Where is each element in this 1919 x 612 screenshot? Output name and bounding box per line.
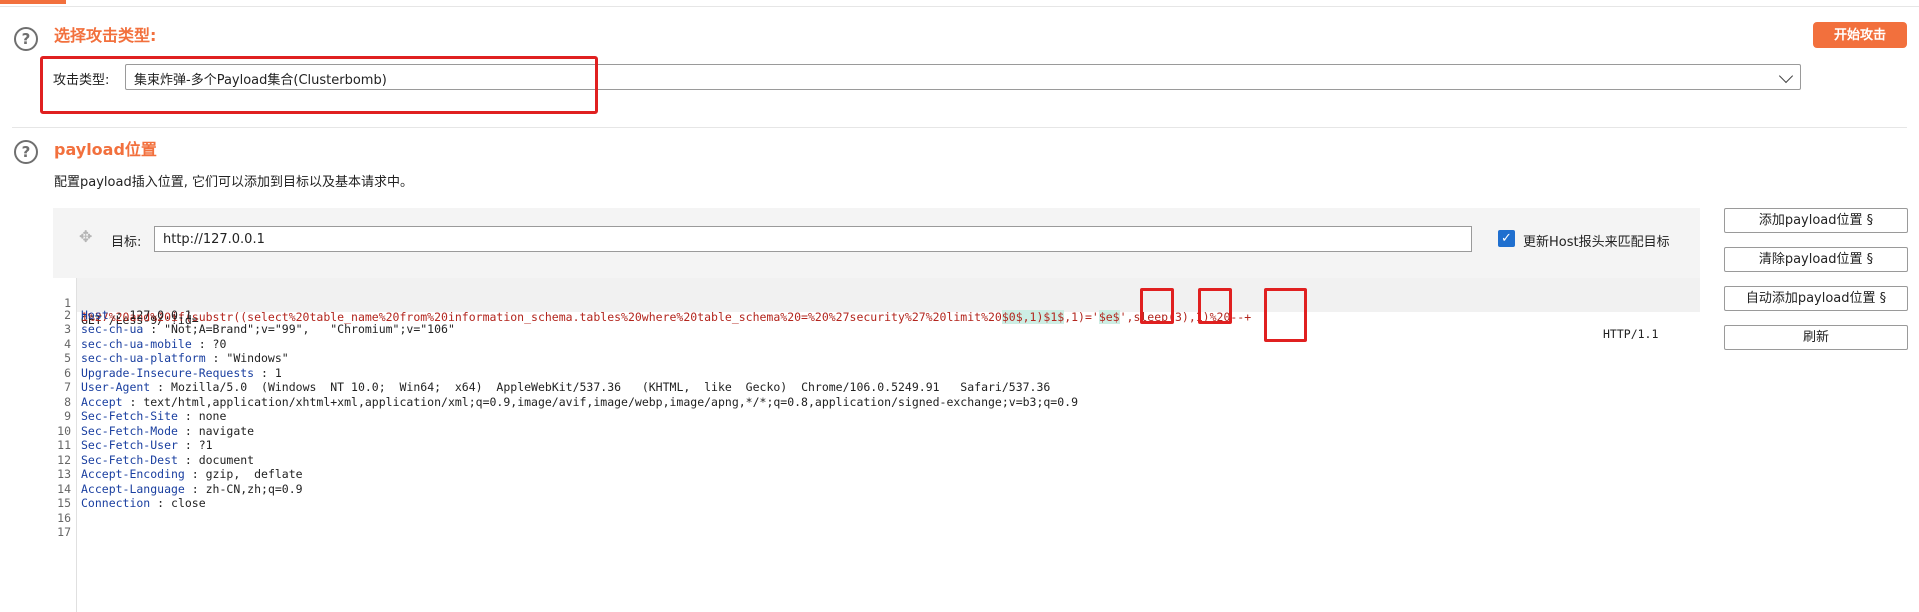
attack-type-highlight-box <box>40 56 598 114</box>
chevron-down-icon <box>1778 68 1794 84</box>
request-editor[interactable]: 1 GET /Less-9/ ?id= 1%27%20and%20if(subs… <box>53 278 1700 612</box>
update-host-checkbox-label: 更新Host报头来匹配目标 <box>1523 235 1670 250</box>
start-attack-button[interactable]: 开始攻击 <box>1813 22 1907 48</box>
attack-type-title: 选择攻击类型: <box>54 26 157 45</box>
active-tab-indicator <box>0 0 66 4</box>
clear-payload-position-button[interactable]: 清除payload位置 § <box>1724 247 1908 272</box>
add-payload-position-button[interactable]: 添加payload位置 § <box>1724 208 1908 233</box>
tab-bar-divider <box>0 6 1919 7</box>
code-line: 17 <box>57 525 71 539</box>
target-label: 目标: <box>111 235 142 250</box>
question-circle-icon[interactable]: ? <box>14 27 38 51</box>
payload-highlight-box-2 <box>1198 288 1232 324</box>
section-divider <box>12 127 1907 128</box>
update-host-checkbox[interactable]: ✓ <box>1498 230 1515 247</box>
target-input[interactable] <box>154 226 1472 252</box>
move-arrows-icon[interactable]: ✥ <box>79 229 93 245</box>
payload-positions-title: payload位置 <box>54 140 157 159</box>
payload-positions-description: 配置payload插入位置, 它们可以添加到目标以及基本请求中。 <box>54 175 413 190</box>
payload-highlight-box-1 <box>1140 288 1174 324</box>
payload-editor-panel: ✥ 目标: ✓ 更新Host报头来匹配目标 1 GET /Less-9/ ?id… <box>53 208 1700 612</box>
payload-highlight-box-3 <box>1264 288 1307 342</box>
auto-add-payload-position-button[interactable]: 自动添加payload位置 § <box>1724 286 1908 311</box>
checkmark-icon: ✓ <box>1501 231 1512 246</box>
refresh-button[interactable]: 刷新 <box>1724 325 1908 350</box>
question-circle-icon[interactable]: ? <box>14 140 38 164</box>
